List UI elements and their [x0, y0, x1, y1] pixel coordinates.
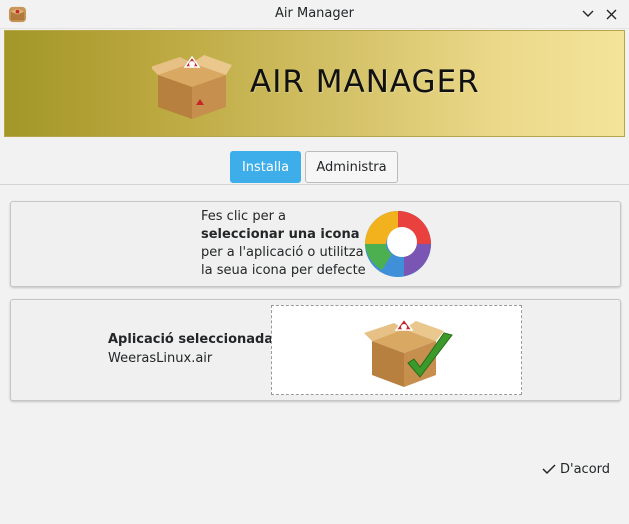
select-icon-text: Fes clic per a seleccionar una icona per… — [201, 209, 366, 278]
select-icon-button[interactable]: Fes clic per a seleccionar una icona per… — [10, 201, 621, 287]
app-drop-area[interactable] — [271, 305, 522, 395]
window-title: Air Manager — [275, 6, 354, 21]
header-banner: AIR MANAGER — [4, 30, 625, 137]
default-app-circle-icon — [365, 211, 431, 277]
selected-app-label: Aplicació seleccionada: — [108, 332, 279, 347]
air-package-check-icon — [364, 317, 453, 387]
title-bar: Air Manager — [0, 0, 629, 29]
selected-app-panel: Aplicació seleccionada: WeerasLinux.air — [10, 299, 621, 401]
selected-app-filename: WeerasLinux.air — [108, 351, 213, 366]
chevron-down-icon — [582, 10, 594, 17]
tab-divider — [0, 184, 629, 185]
ok-button-label: D'acord — [560, 461, 611, 477]
close-button[interactable] — [600, 4, 622, 24]
tab-installa[interactable]: Installa — [230, 151, 301, 183]
ok-button[interactable]: D'acord — [542, 458, 610, 480]
minimize-button[interactable] — [577, 4, 599, 24]
banner-title: AIR MANAGER — [250, 64, 480, 100]
check-icon — [542, 464, 556, 475]
close-icon — [606, 9, 616, 19]
tab-bar: Installa Administra — [230, 151, 398, 183]
tab-administra[interactable]: Administra — [305, 151, 398, 183]
adobe-air-box-icon — [152, 55, 232, 119]
